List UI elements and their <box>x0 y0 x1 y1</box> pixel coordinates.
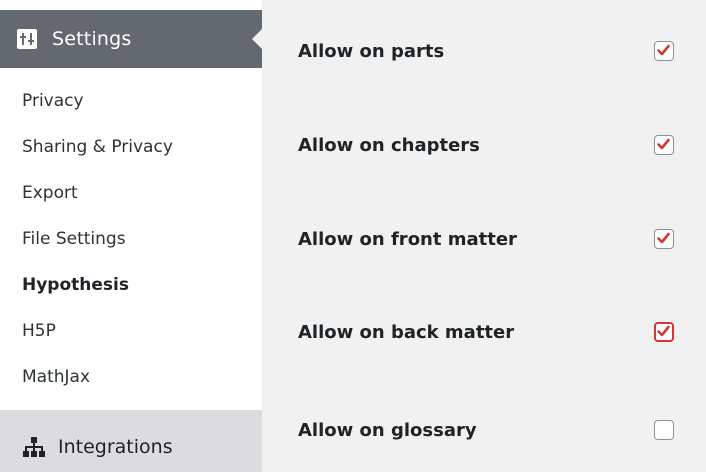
option-row: Allow on glossary <box>262 411 706 451</box>
option-row: Allow on chapters <box>262 126 706 166</box>
sidebar-menu-integrations[interactable]: Integrations <box>0 410 262 472</box>
submenu-item-h5p[interactable]: H5P <box>0 308 262 354</box>
option-label-back-matter: Allow on back matter <box>298 322 515 343</box>
option-row: Allow on back matter <box>262 313 706 353</box>
checkmark-icon <box>657 232 670 244</box>
admin-sidebar: Settings Privacy Sharing & Privacy Expor… <box>0 0 262 472</box>
checkbox-allow-front-matter[interactable] <box>654 229 674 249</box>
checkmark-icon <box>657 325 670 337</box>
submenu-item-export[interactable]: Export <box>0 170 262 216</box>
checkbox-allow-back-matter[interactable] <box>654 322 674 342</box>
current-menu-arrow <box>252 29 262 49</box>
checkbox-allow-glossary[interactable] <box>654 420 674 440</box>
submenu-item-file-settings[interactable]: File Settings <box>0 216 262 262</box>
submenu-item-privacy[interactable]: Privacy <box>0 78 262 124</box>
checkmark-icon <box>657 44 670 56</box>
hypothesis-settings-form: Allow on parts Allow on chapters Allow o… <box>262 0 706 472</box>
sidebar-menu-settings-label: Settings <box>52 28 132 50</box>
checkmark-icon <box>657 138 670 150</box>
submenu-item-sharing-privacy[interactable]: Sharing & Privacy <box>0 124 262 170</box>
submenu-item-mathjax[interactable]: MathJax <box>0 354 262 400</box>
settings-icon <box>17 29 37 49</box>
checkbox-allow-chapters[interactable] <box>654 135 674 155</box>
option-label-parts: Allow on parts <box>298 41 445 62</box>
settings-submenu: Privacy Sharing & Privacy Export File Se… <box>0 78 262 400</box>
option-row: Allow on front matter <box>262 220 706 260</box>
option-label-chapters: Allow on chapters <box>298 135 480 156</box>
option-label-front-matter: Allow on front matter <box>298 229 517 250</box>
network-icon <box>23 437 45 457</box>
option-row: Allow on parts <box>262 32 706 72</box>
sidebar-menu-settings[interactable]: Settings <box>0 10 262 68</box>
submenu-item-hypothesis[interactable]: Hypothesis <box>0 262 262 308</box>
sidebar-menu-integrations-label: Integrations <box>58 436 173 458</box>
checkbox-allow-parts[interactable] <box>654 41 674 61</box>
option-label-glossary: Allow on glossary <box>298 420 477 441</box>
